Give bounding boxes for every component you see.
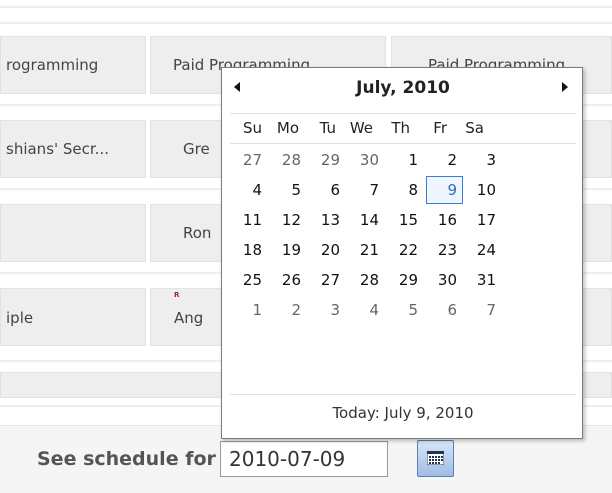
calendar-day[interactable]: 26: [270, 266, 307, 294]
calendar-day[interactable]: 28: [348, 266, 385, 294]
schedule-cell[interactable]: shians' Secr...: [0, 120, 146, 178]
calendar-day[interactable]: 1: [231, 296, 268, 324]
calendar-day[interactable]: 4: [231, 176, 268, 204]
weekday-label: We: [349, 119, 373, 137]
calendar-popup: July, 2010 Su Mo Tu We Th Fr Sa 27 28 29 30 1 2 3 4 5 6…: [221, 67, 583, 439]
calendar-day[interactable]: 7: [465, 296, 502, 324]
calendar-day[interactable]: 27: [231, 146, 268, 174]
divider: [230, 143, 576, 144]
today-link[interactable]: Today: July 9, 2010: [222, 404, 584, 422]
calendar-day[interactable]: 27: [309, 266, 346, 294]
calendar-day-selected[interactable]: 9: [426, 176, 463, 204]
calendar-week-row: 1234567: [231, 296, 577, 326]
schedule-cell[interactable]: rogramming: [0, 36, 146, 94]
calendar-day[interactable]: 21: [348, 236, 385, 264]
program-title: Ang: [174, 309, 204, 327]
calendar-day[interactable]: 7: [348, 176, 385, 204]
calendar-week-row: 25 26 27 28 29 30 31: [231, 266, 577, 296]
calendar-day[interactable]: 28: [270, 146, 307, 174]
calendar-day[interactable]: 14: [348, 206, 385, 234]
grid-line: [0, 22, 612, 24]
calendar-day[interactable]: 10: [465, 176, 502, 204]
calendar-day[interactable]: 2: [270, 296, 307, 324]
calendar-day[interactable]: 30: [426, 266, 463, 294]
next-month-icon[interactable]: [562, 82, 568, 92]
calendar-day[interactable]: 23: [426, 236, 463, 264]
calendar-day[interactable]: 29: [309, 146, 346, 174]
program-title: rogramming: [6, 56, 99, 74]
calendar-button[interactable]: [417, 440, 454, 477]
program-title: shians' Secr...: [6, 140, 109, 158]
calendar-day[interactable]: 11: [231, 206, 268, 234]
grid-line: [0, 6, 612, 8]
calendar-week-row: 11 12 13 14 15 16 17: [231, 206, 577, 236]
weekday-label: Mo: [276, 119, 299, 137]
calendar-grid-icon: [427, 451, 444, 465]
schedule-date-input[interactable]: [220, 441, 388, 477]
calendar-month-title: July, 2010: [356, 78, 450, 98]
calendar-day[interactable]: 22: [387, 236, 424, 264]
calendar-day[interactable]: 12: [270, 206, 307, 234]
calendar-day[interactable]: 6: [309, 176, 346, 204]
calendar-day[interactable]: 6: [426, 296, 463, 324]
rerun-marker: R: [174, 291, 180, 299]
calendar-day[interactable]: 2: [426, 146, 463, 174]
weekday-label: Th: [391, 119, 410, 137]
weekday-header: Su Mo Tu We Th Fr Sa: [231, 119, 577, 141]
calendar-day[interactable]: 1: [387, 146, 424, 174]
divider: [230, 113, 576, 114]
calendar-day[interactable]: 19: [270, 236, 307, 264]
schedule-cell[interactable]: iple: [0, 288, 146, 346]
calendar-day[interactable]: 15: [387, 206, 424, 234]
calendar-day[interactable]: 29: [387, 266, 424, 294]
program-title: Gre: [183, 140, 210, 158]
calendar-day[interactable]: 5: [270, 176, 307, 204]
calendar-week-row: 4 5 6 7 8 9 10: [231, 176, 577, 206]
weekday-label: Fr: [433, 119, 447, 137]
calendar-day[interactable]: 25: [231, 266, 268, 294]
see-schedule-label: See schedule for: [37, 448, 216, 470]
program-title: iple: [6, 309, 34, 327]
calendar-week-row: 18 19 20 21 22 23 24: [231, 236, 577, 266]
calendar-day[interactable]: 3: [309, 296, 346, 324]
weekday-label: Tu: [319, 119, 336, 137]
schedule-cell[interactable]: [0, 204, 146, 262]
calendar-day[interactable]: 5: [387, 296, 424, 324]
calendar-days-grid: 27 28 29 30 1 2 3 4 5 6 7 8 9 10 11 12 13 14 15 16 17 18 19 20 2…: [231, 146, 577, 326]
calendar-day[interactable]: 4: [348, 296, 385, 324]
calendar-week-row: 27 28 29 30 1 2 3: [231, 146, 577, 176]
calendar-day[interactable]: 24: [465, 236, 502, 264]
program-title: Ron: [183, 224, 212, 242]
calendar-day[interactable]: 16: [426, 206, 463, 234]
calendar-day[interactable]: 3: [465, 146, 502, 174]
weekday-label: Sa: [465, 119, 484, 137]
calendar-day[interactable]: 18: [231, 236, 268, 264]
calendar-day[interactable]: 20: [309, 236, 346, 264]
calendar-day[interactable]: 31: [465, 266, 502, 294]
calendar-day[interactable]: 13: [309, 206, 346, 234]
divider: [230, 394, 576, 395]
calendar-day[interactable]: 17: [465, 206, 502, 234]
weekday-label: Su: [242, 119, 262, 137]
calendar-day[interactable]: 8: [387, 176, 424, 204]
calendar-day[interactable]: 30: [348, 146, 385, 174]
